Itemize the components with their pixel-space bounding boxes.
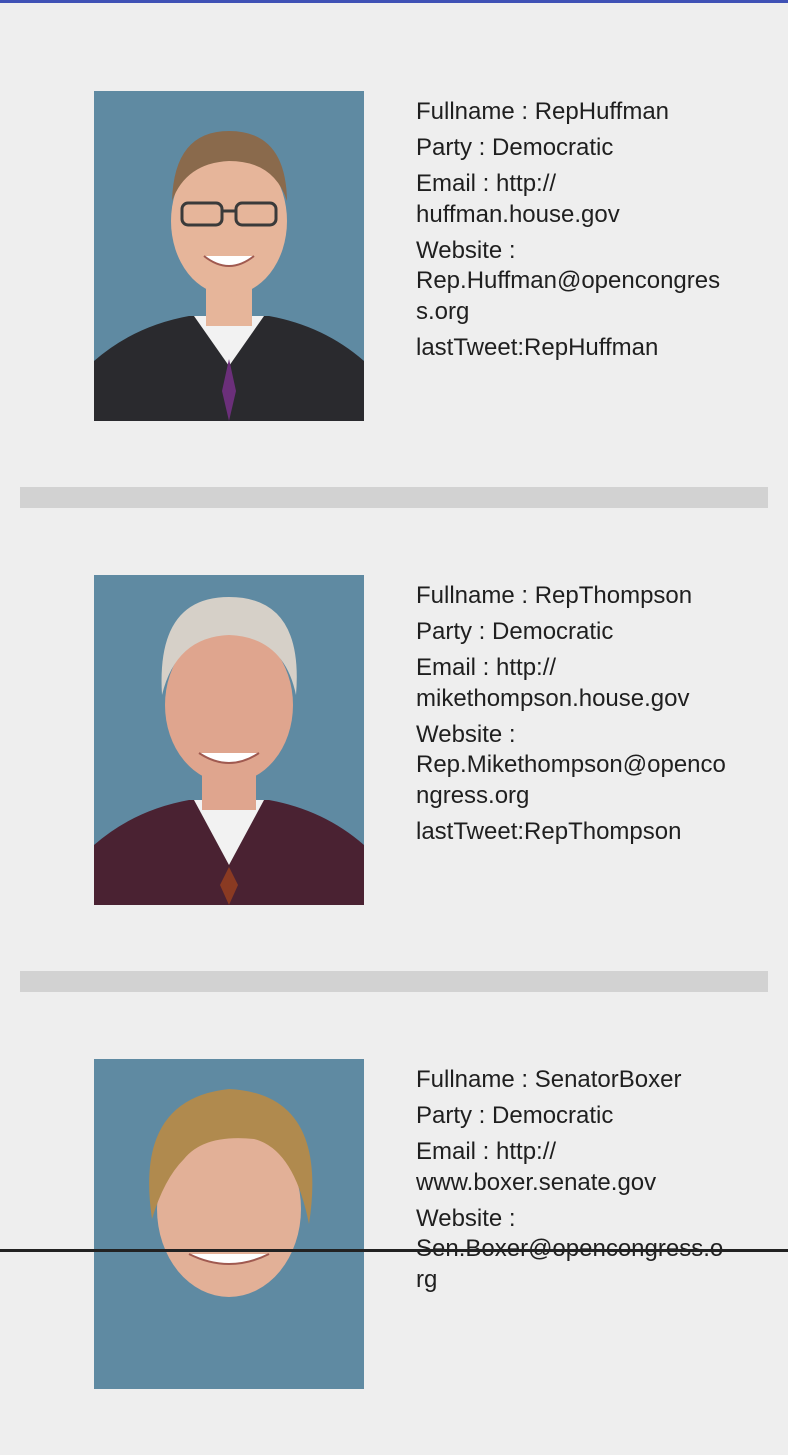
fullname-text: Fullname : RepHuffman [416,98,670,125]
email-label: Email : http:// [416,1138,557,1165]
email-value: www.boxer.senate.gov [416,1168,657,1196]
website-label: Website : [416,720,516,748]
email-text: Email : http:// mikethompson.house.gov [416,653,726,714]
member-card[interactable]: Fullname : RepHuffman Party : Democratic… [0,3,788,508]
portrait-image [94,91,364,421]
email-label: Email : http:// [416,654,557,681]
member-info: Fullname : SenatorBoxer Party : Democrat… [416,1065,726,1301]
member-info: Fullname : RepThompson Party : Democrati… [416,581,726,853]
email-label: Email : http:// [416,170,557,197]
fullname-text: Fullname : RepThompson [416,582,693,609]
party-text: Party : Democratic [416,1102,614,1129]
website-text: Website : Rep.Mikethompson@opencongress.… [416,720,726,812]
email-value: mikethompson.house.gov [416,684,690,712]
member-photo [94,91,364,421]
email-value: huffman.house.gov [416,200,620,228]
website-value: Rep.Huffman@opencongress.org [416,267,721,325]
member-photo [94,575,364,905]
portrait-image [94,1059,364,1389]
website-value: Sen.Boxer@opencongress.org [416,1235,723,1293]
party-text: Party : Democratic [416,618,614,645]
member-card[interactable]: Fullname : RepThompson Party : Democrati… [0,487,788,992]
website-label: Website : [416,236,516,264]
member-info: Fullname : RepHuffman Party : Democratic… [416,97,726,369]
website-label: Website : [416,1204,516,1232]
email-text: Email : http:// huffman.house.gov [416,169,726,230]
party-text: Party : Democratic [416,134,614,161]
last-tweet-text: lastTweet:RepThompson [416,817,682,845]
email-text: Email : http:// www.boxer.senate.gov [416,1137,726,1198]
member-photo [94,1059,364,1389]
website-value: Rep.Mikethompson@opencongress.org [416,751,726,809]
member-card[interactable]: Fullname : SenatorBoxer Party : Democrat… [0,971,788,1455]
member-list[interactable]: Fullname : RepHuffman Party : Democratic… [0,3,788,1455]
website-text: Website : Rep.Huffman@opencongress.org [416,236,726,328]
last-tweet-text: lastTweet:RepHuffman [416,333,659,361]
fullname-text: Fullname : SenatorBoxer [416,1066,682,1093]
portrait-image [94,575,364,905]
